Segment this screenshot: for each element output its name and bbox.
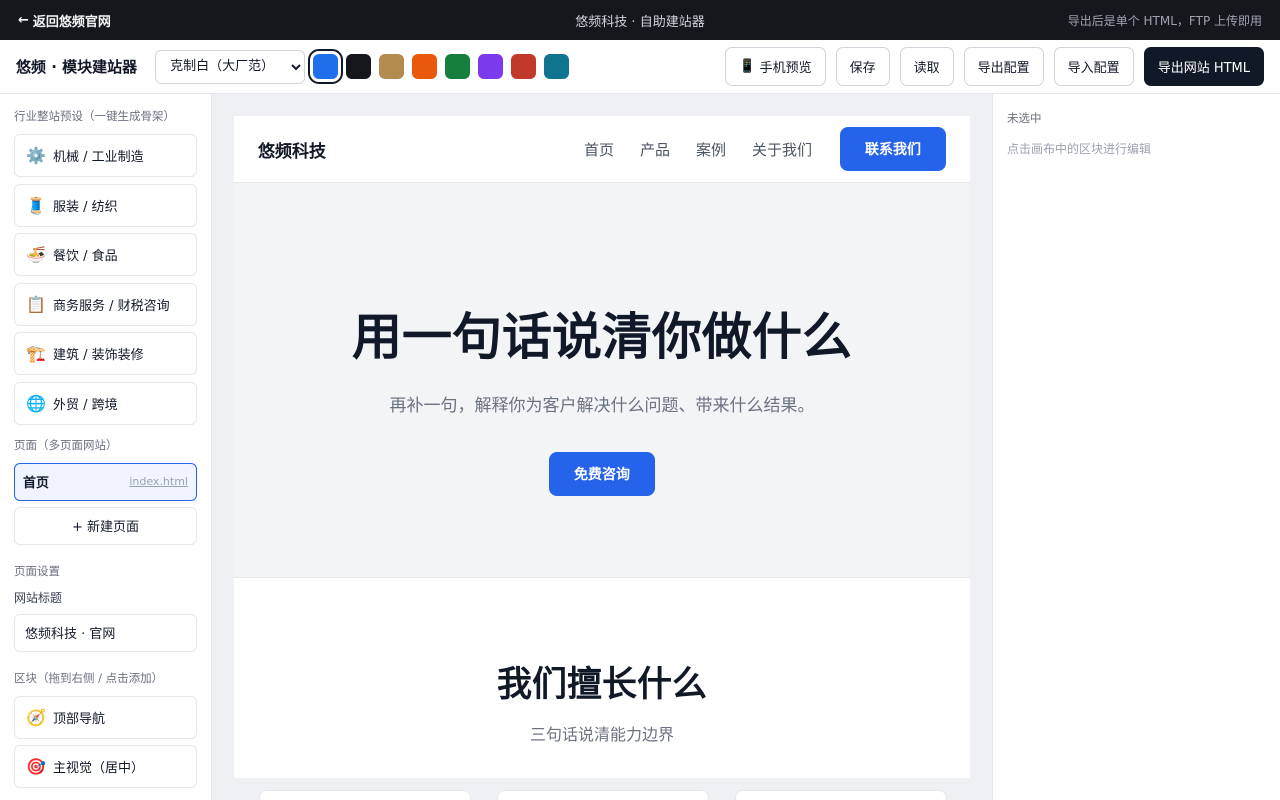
site-title-input[interactable] xyxy=(14,613,197,652)
services-subtitle: 三句话说清能力边界 xyxy=(529,725,674,744)
preset-label: 机械 / 工业制造 xyxy=(53,150,144,165)
toolbar: 悠频 · 模块建站器 克制白（大厂范） 📱 手机预览 保存 读取 导出配置 导入… xyxy=(0,40,1280,94)
preset-label: 外贸 / 跨境 xyxy=(53,397,118,413)
preset-item[interactable]: 🍜 餐饮 / 食品 xyxy=(14,233,197,276)
import-config-button[interactable]: 导入配置 xyxy=(1053,47,1134,86)
block-list: 🧭 顶部导航 🎯 主视觉（居中） xyxy=(14,695,197,788)
hero-title: 用一句话说清你做什么 xyxy=(352,308,852,366)
block-label: 顶部导航 xyxy=(53,711,106,727)
site-nav-block[interactable]: 悠频科技 首页 产品 案例 关于我们 联系我们 xyxy=(234,116,970,183)
export-config-button[interactable]: 导出配置 xyxy=(963,47,1044,86)
block-item[interactable]: 🎯 主视觉（居中） xyxy=(14,745,197,788)
color-swatch[interactable] xyxy=(379,54,405,79)
back-link[interactable]: ← 返回悠频官网 xyxy=(18,11,111,30)
site-nav-links: 首页 产品 案例 关于我们 xyxy=(584,139,812,160)
presets-section-label: 行业整站预设（一键生成骨架） xyxy=(14,109,175,123)
arrow-left-icon: ← xyxy=(18,12,29,28)
inspector-panel: 未选中 点击画布中的区块进行编辑 xyxy=(992,94,1280,800)
mobile-preview-label: 手机预览 xyxy=(759,61,812,76)
new-page-button[interactable]: + 新建页面 xyxy=(14,506,197,545)
site-nav-link-home[interactable]: 首页 xyxy=(584,139,614,160)
preset-label: 商务服务 / 财税咨询 xyxy=(53,298,170,314)
page-item-home[interactable]: 首页 index.html xyxy=(14,462,197,501)
color-swatches xyxy=(308,49,570,84)
canvas[interactable]: 悠频科技 首页 产品 案例 关于我们 联系我们 用一句话说清你做什么 再补一句，… xyxy=(212,94,992,800)
feature-card[interactable] xyxy=(497,790,709,800)
page-file: index.html xyxy=(129,475,188,488)
color-swatch[interactable] xyxy=(478,54,504,79)
page-settings-label: 页面设置 xyxy=(14,563,60,578)
site-preview: 悠频科技 首页 产品 案例 关于我们 联系我们 用一句话说清你做什么 再补一句，… xyxy=(234,116,970,778)
color-swatch[interactable] xyxy=(346,54,372,79)
theme-select[interactable]: 克制白（大厂范） xyxy=(155,49,306,84)
hero-block[interactable]: 用一句话说清你做什么 再补一句，解释你为客户解决什么问题、带来什么结果。 免费咨… xyxy=(234,183,970,578)
preset-icon: 📋 xyxy=(26,294,46,314)
site-title-label: 网站标题 xyxy=(14,590,63,605)
back-link-label: 返回悠频官网 xyxy=(32,14,111,30)
pages-section-label: 页面（多页面网站） xyxy=(14,437,118,452)
site-nav-link-products[interactable]: 产品 xyxy=(640,139,670,160)
preset-item[interactable]: 🏗️ 建筑 / 装饰装修 xyxy=(14,332,197,375)
left-sidebar: 行业整站预设（一键生成骨架） ⚙️ 机械 / 工业制造 🧵 服装 / 纺织 🍜 餐饮 / … xyxy=(0,94,212,800)
block-label: 主视觉（居中） xyxy=(53,761,145,776)
services-block[interactable]: 我们擅长什么 三句话说清能力边界 xyxy=(234,578,970,778)
export-html-button[interactable]: 导出网站 HTML xyxy=(1143,47,1264,86)
block-item[interactable]: 🧭 顶部导航 xyxy=(14,695,197,739)
services-title: 我们擅长什么 xyxy=(496,665,707,705)
save-button[interactable]: 保存 xyxy=(835,47,890,86)
load-button[interactable]: 读取 xyxy=(899,47,954,86)
preset-icon: 🧵 xyxy=(26,195,46,215)
preset-icon: 🍜 xyxy=(26,245,46,264)
preset-label: 服装 / 纺织 xyxy=(53,199,118,215)
inspector-title: 未选中 xyxy=(1007,111,1042,125)
page-name: 首页 xyxy=(23,476,50,491)
top-bar: ← 返回悠频官网 悠频科技 · 自助建站器 导出后是单个 HTML，FTP 上传… xyxy=(0,0,1280,40)
builder-brand: 悠频 · 模块建站器 xyxy=(16,58,138,76)
free-consult-button[interactable]: 免费咨询 xyxy=(549,452,655,496)
color-swatch[interactable] xyxy=(511,54,537,79)
inspector-hint: 点击画布中的区块进行编辑 xyxy=(1007,142,1152,156)
preset-icon: 🏗️ xyxy=(26,344,46,363)
site-nav-link-about[interactable]: 关于我们 xyxy=(752,139,812,160)
color-swatch[interactable] xyxy=(445,54,471,79)
feature-card[interactable] xyxy=(259,790,471,800)
preset-item[interactable]: 📋 商务服务 / 财税咨询 xyxy=(14,282,197,326)
color-swatch[interactable] xyxy=(544,54,570,79)
feature-card[interactable] xyxy=(735,790,947,800)
preset-icon: ⚙️ xyxy=(26,146,46,165)
preset-item[interactable]: ⚙️ 机械 / 工业制造 xyxy=(14,134,197,177)
site-nav-link-cases[interactable]: 案例 xyxy=(696,139,726,160)
mobile-preview-button[interactable]: 📱 手机预览 xyxy=(725,47,826,86)
preset-item[interactable]: 🧵 服装 / 纺织 xyxy=(14,183,197,227)
preset-label: 建筑 / 装饰装修 xyxy=(53,348,144,363)
block-icon: 🧭 xyxy=(26,707,46,727)
preset-list: ⚙️ 机械 / 工业制造 🧵 服装 / 纺织 🍜 餐饮 / 食品 📋 商务服务 / 财税咨询 🏗… xyxy=(14,134,197,425)
color-swatch[interactable] xyxy=(308,49,344,84)
preset-icon: 🌐 xyxy=(26,393,46,413)
toolbar-actions: 📱 手机预览 保存 读取 导出配置 导入配置 导出网站 HTML xyxy=(725,47,1264,86)
blocks-section-label: 区块（拖到右侧 / 点击添加） xyxy=(14,670,164,685)
hero-subtitle: 再补一句，解释你为客户解决什么问题、带来什么结果。 xyxy=(389,396,815,416)
feature-cards xyxy=(259,790,947,800)
contact-us-button[interactable]: 联系我们 xyxy=(840,127,946,171)
color-swatch[interactable] xyxy=(412,54,438,79)
phone-icon: 📱 xyxy=(739,59,756,74)
preset-item[interactable]: 🌐 外贸 / 跨境 xyxy=(14,381,197,425)
block-icon: 🎯 xyxy=(26,757,46,776)
site-logo: 悠频科技 xyxy=(258,141,326,162)
export-hint: 导出后是单个 HTML，FTP 上传即用 xyxy=(1067,13,1262,28)
preset-label: 餐饮 / 食品 xyxy=(53,249,118,264)
